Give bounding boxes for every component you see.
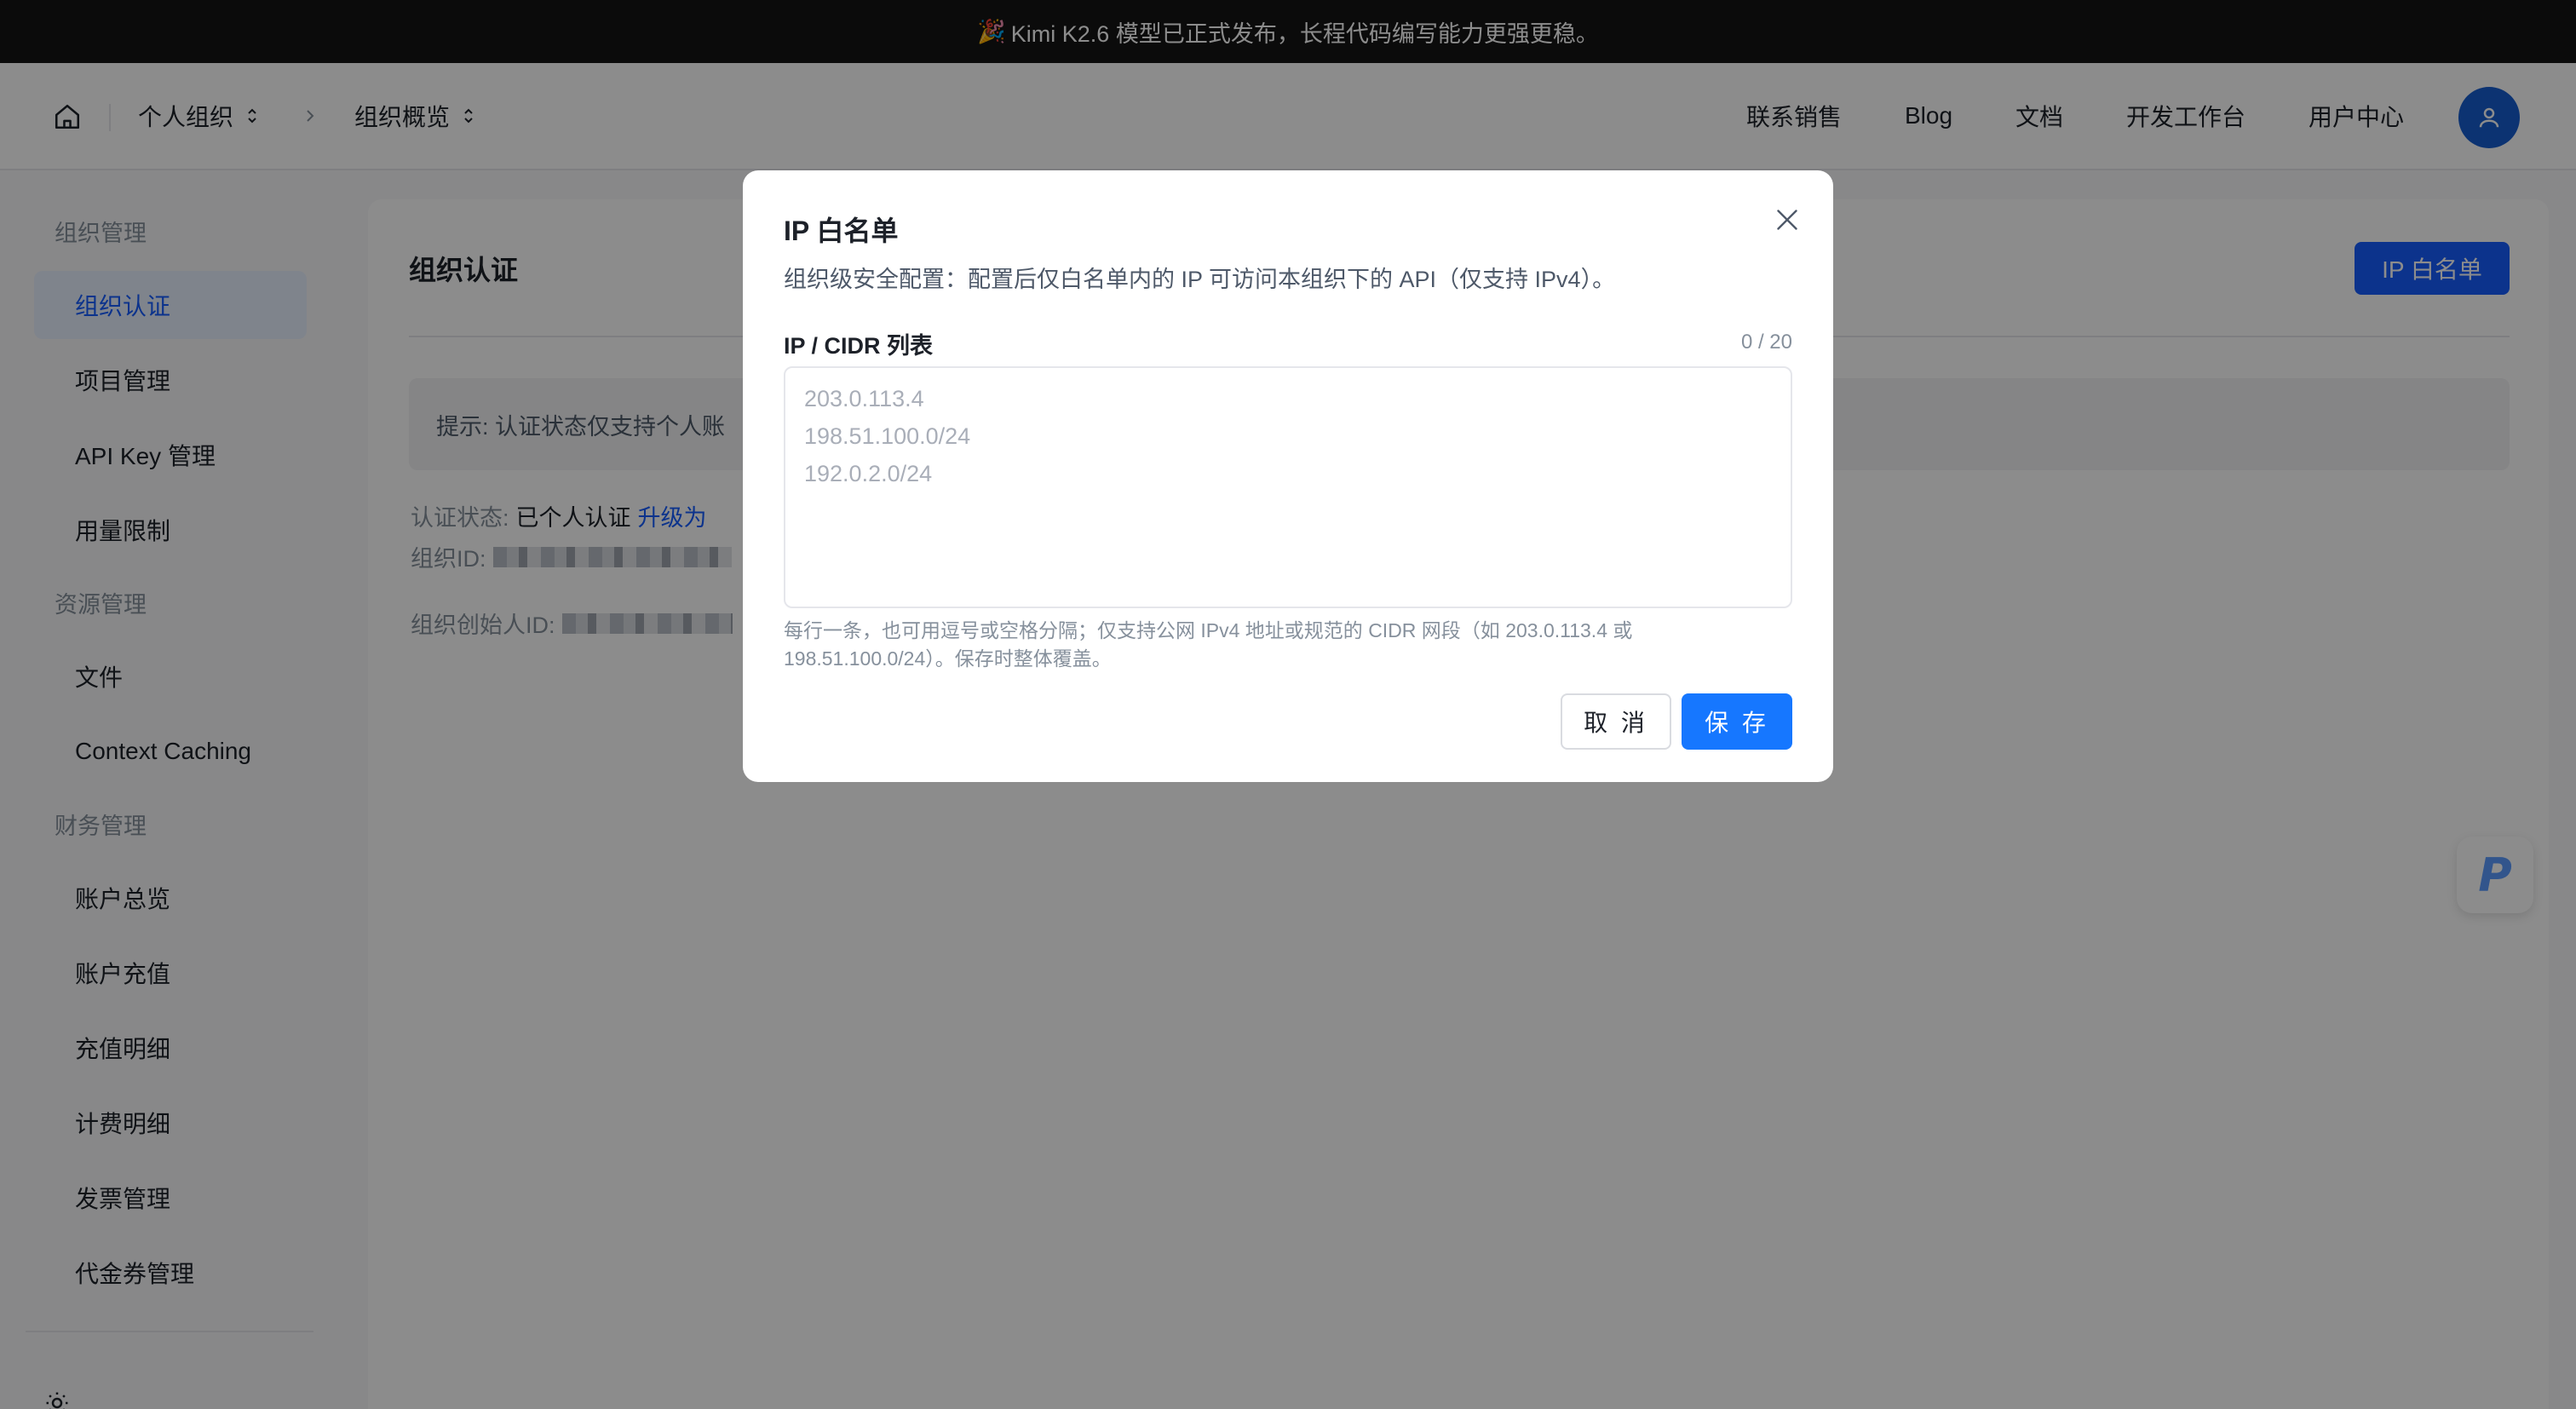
ip-list-label: IP / CIDR 列表 bbox=[784, 333, 934, 359]
ip-list-textarea[interactable] bbox=[784, 366, 1792, 608]
cancel-button[interactable]: 取 消 bbox=[1561, 693, 1671, 750]
modal-description: 组织级安全配置：配置后仅白名单内的 IP 可访问本组织下的 API（仅支持 IP… bbox=[784, 267, 1616, 292]
help-text: 每行一条，也可用逗号或空格分隔；仅支持公网 IPv4 地址或规范的 CIDR 网… bbox=[784, 619, 1633, 670]
save-button[interactable]: 保 存 bbox=[1682, 693, 1792, 750]
ip-whitelist-modal: IP 白名单 组织级安全配置：配置后仅白名单内的 IP 可访问本组织下的 API… bbox=[743, 170, 1833, 782]
close-icon[interactable] bbox=[1772, 204, 1803, 235]
ip-count: 0 / 20 bbox=[1740, 331, 1792, 354]
modal-title: IP 白名单 bbox=[784, 216, 899, 246]
